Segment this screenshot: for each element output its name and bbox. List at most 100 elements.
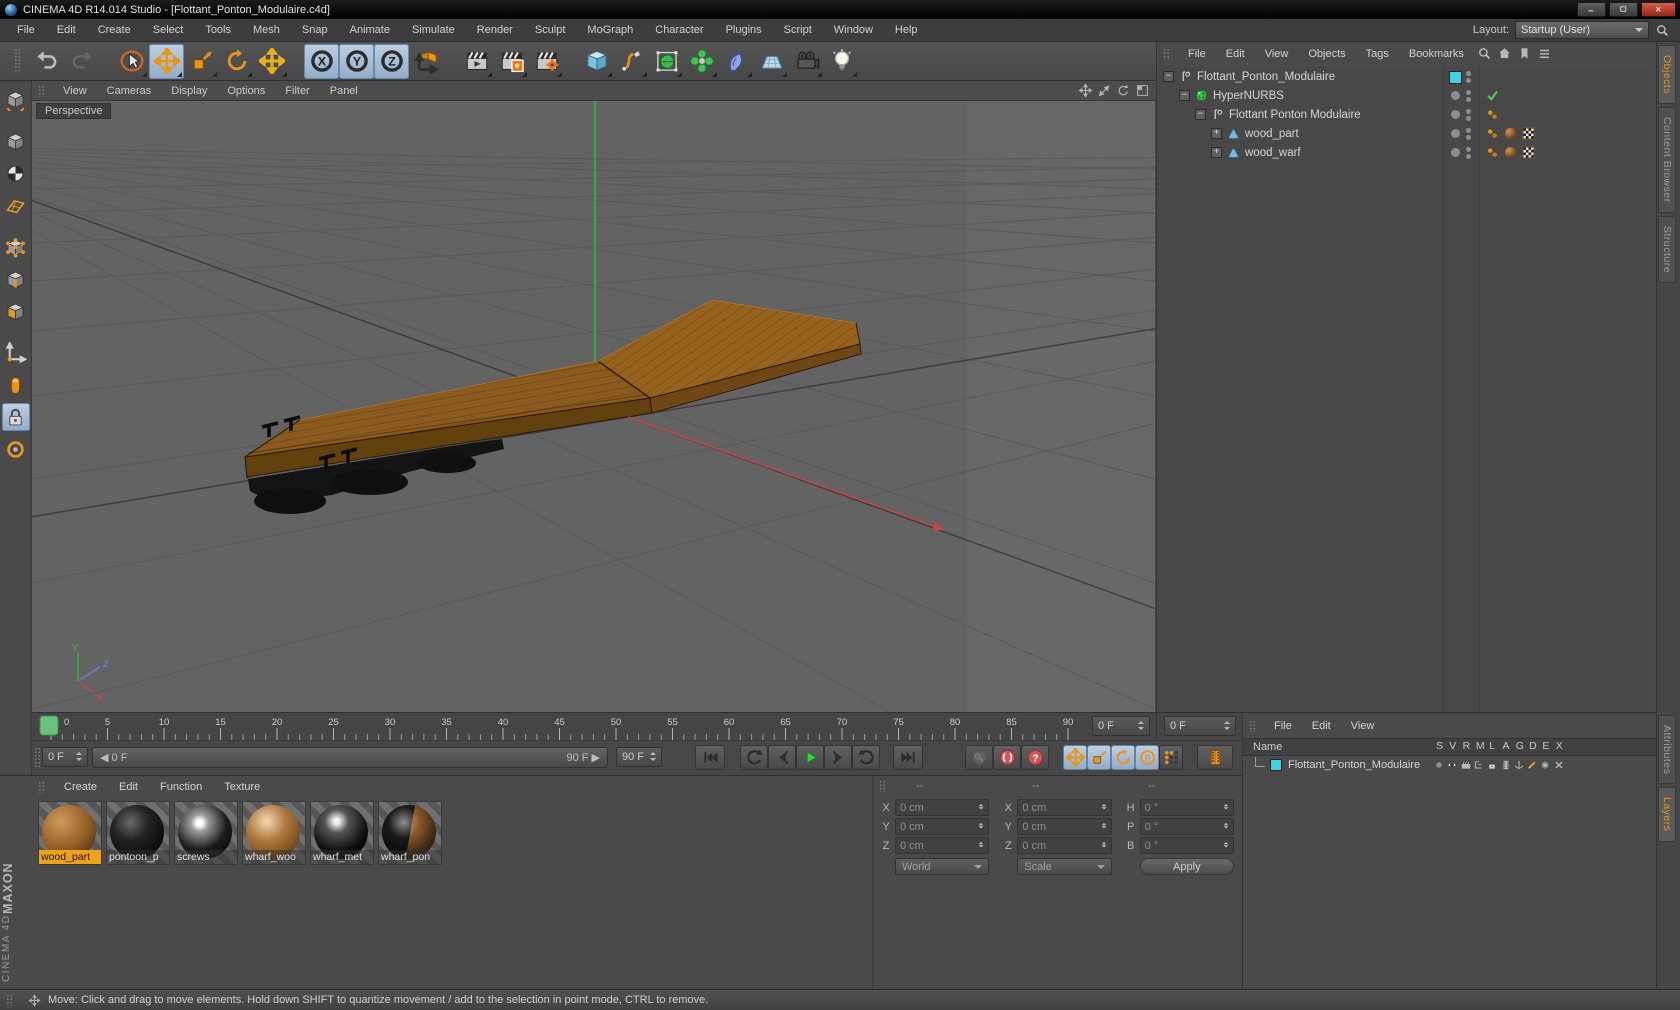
layer-manager-menu-edit[interactable]: Edit <box>1302 720 1341 732</box>
uvw-tag-icon[interactable] <box>1521 126 1536 141</box>
coord-field-x[interactable]: 0 cm <box>1017 799 1112 816</box>
layout-dropdown[interactable]: Startup (User) <box>1515 21 1649 39</box>
toggle-view-icon[interactable] <box>1135 83 1150 98</box>
coord-field-h[interactable]: 0 ° <box>1139 799 1234 816</box>
add-nurbs-generator-button[interactable] <box>649 44 684 79</box>
material-name[interactable]: wood_part <box>39 850 101 864</box>
model-mode-button[interactable] <box>2 127 30 155</box>
viewport-menu-filter[interactable]: Filter <box>275 85 319 97</box>
close-button[interactable] <box>1641 2 1676 17</box>
menu-create[interactable]: Create <box>87 19 142 41</box>
layer-manager-grip[interactable] <box>1249 719 1256 732</box>
viewport-grip[interactable] <box>38 84 45 97</box>
minimize-button[interactable] <box>1577 2 1606 17</box>
menu-icon[interactable] <box>1537 46 1552 61</box>
coord-field-p[interactable]: 0 ° <box>1139 818 1234 835</box>
material-name[interactable]: pontoon_p <box>107 850 169 864</box>
key-position-button[interactable] <box>1063 745 1087 770</box>
uvw-tag-icon[interactable] <box>1521 145 1536 160</box>
object-name[interactable]: wood_warf <box>1245 147 1301 159</box>
layer-color-swatch[interactable] <box>1270 759 1282 771</box>
render-picture-viewer-button[interactable] <box>494 44 529 79</box>
previous-frame-button[interactable] <box>768 745 796 770</box>
bookmark-icon[interactable] <box>1517 46 1532 61</box>
material-menu-texture[interactable]: Texture <box>213 781 271 793</box>
frame-field[interactable]: 0 F <box>42 747 88 767</box>
viewport-menu-view[interactable]: View <box>53 85 97 97</box>
menu-mograph[interactable]: MoGraph <box>576 19 644 41</box>
material-name[interactable]: wharf_met <box>311 850 373 864</box>
coord-field-z[interactable]: 0 cm <box>895 837 990 854</box>
previous-key-button[interactable] <box>740 745 768 770</box>
side-tab-layers[interactable]: Layers <box>1658 787 1676 842</box>
scale-tool-button[interactable] <box>184 44 219 79</box>
home-icon[interactable] <box>1497 46 1512 61</box>
menu-file[interactable]: File <box>6 19 46 41</box>
coord-field-y[interactable]: 0 cm <box>1017 818 1112 835</box>
viewport-menu-cameras[interactable]: Cameras <box>97 85 162 97</box>
object-name[interactable]: Flottant Ponton Modulaire <box>1229 109 1361 121</box>
side-tab-structure[interactable]: Structure <box>1658 215 1676 283</box>
add-camera-button[interactable] <box>789 44 824 79</box>
search-icon[interactable] <box>1477 46 1492 61</box>
material-thumbnail[interactable]: wharf_pon <box>378 801 442 865</box>
ruler-scale[interactable]: 0 5 10 15 20 25 30 35 40 45 50 55 60 65 70 75 80 85 90 <box>32 714 1242 741</box>
scene-3d[interactable]: Y Z X <box>32 101 1155 712</box>
viewport-menu-options[interactable]: Options <box>217 85 275 97</box>
lock-icon[interactable] <box>1486 759 1498 771</box>
key-parameter-button[interactable]: P <box>1135 745 1159 770</box>
visibility-toggles[interactable] <box>1466 70 1471 86</box>
managers-icon[interactable] <box>1473 759 1485 771</box>
rotate-view-icon[interactable] <box>1116 83 1131 98</box>
menu-tools[interactable]: Tools <box>194 19 242 41</box>
pan-view-icon[interactable] <box>1078 83 1093 98</box>
layer-name[interactable]: Flottant_Ponton_Modulaire <box>1288 759 1420 771</box>
coordinate-system-button[interactable] <box>409 44 444 79</box>
visibility-toggles[interactable] <box>1466 127 1471 143</box>
object-axis-mode-button[interactable] <box>2 339 30 367</box>
last-used-tool-button[interactable] <box>254 44 289 79</box>
material-thumbnail[interactable]: pontoon_p <box>106 801 170 865</box>
expander-minus-icon[interactable]: − <box>1195 109 1206 120</box>
object-tree-row[interactable]: − Flottant Ponton Modulaire <box>1157 105 1648 124</box>
key-pla-button[interactable] <box>1159 745 1183 770</box>
frame-range-slider[interactable]: ◀ 0 F 90 F ▶ <box>92 747 608 768</box>
go-to-start-button[interactable] <box>695 745 725 770</box>
coord-field-b[interactable]: 0 ° <box>1139 837 1234 854</box>
coord-field-x[interactable]: 0 cm <box>895 799 990 816</box>
viewport-menu-display[interactable]: Display <box>161 85 217 97</box>
phong-tag-icon[interactable] <box>1485 145 1500 160</box>
object-manager-menu-bookmarks[interactable]: Bookmarks <box>1399 48 1474 60</box>
solo-dot-icon[interactable] <box>1433 759 1445 771</box>
menu-select[interactable]: Select <box>142 19 195 41</box>
enabled-check-icon[interactable] <box>1485 88 1500 103</box>
menu-help[interactable]: Help <box>884 19 929 41</box>
transport-grip[interactable] <box>34 747 41 769</box>
material-thumbnail[interactable]: wharf_met <box>310 801 374 865</box>
deformers-icon[interactable] <box>1526 759 1538 771</box>
material-name[interactable]: screws <box>175 850 237 864</box>
menu-mesh[interactable]: Mesh <box>242 19 291 41</box>
lock-y-axis-button[interactable]: Y <box>339 43 374 79</box>
pontoon-model[interactable] <box>244 299 862 514</box>
object-tree-row[interactable]: + wood_part <box>1157 124 1648 143</box>
material-tag-icon[interactable] <box>1503 145 1518 160</box>
play-button[interactable] <box>796 745 824 770</box>
keying-help-button[interactable]: ? <box>1021 745 1049 770</box>
key-rotation-button[interactable] <box>1111 745 1135 770</box>
coord-field-z[interactable]: 0 cm <box>1017 837 1112 854</box>
autokeying-button[interactable] <box>993 745 1021 770</box>
open-timeline-button[interactable] <box>1197 745 1233 770</box>
material-tag-icon[interactable] <box>1503 126 1518 141</box>
material-thumbnail[interactable]: screws <box>174 801 238 865</box>
menu-script[interactable]: Script <box>773 19 823 41</box>
timeline-ruler[interactable]: 0 5 10 15 20 25 30 35 40 45 50 55 60 65 70 75 80 85 90 0 F0… <box>32 712 1242 740</box>
material-grip[interactable] <box>38 781 45 793</box>
visibility-toggles[interactable] <box>1466 146 1471 162</box>
layer-color-swatch[interactable] <box>1449 71 1462 84</box>
viewport-menu-panel[interactable]: Panel <box>320 85 368 97</box>
normal-tool-button[interactable] <box>2 371 30 399</box>
xref-icon[interactable] <box>1553 759 1565 771</box>
texture-mode-button[interactable] <box>2 159 30 187</box>
phong-tag-icon[interactable] <box>1485 126 1500 141</box>
